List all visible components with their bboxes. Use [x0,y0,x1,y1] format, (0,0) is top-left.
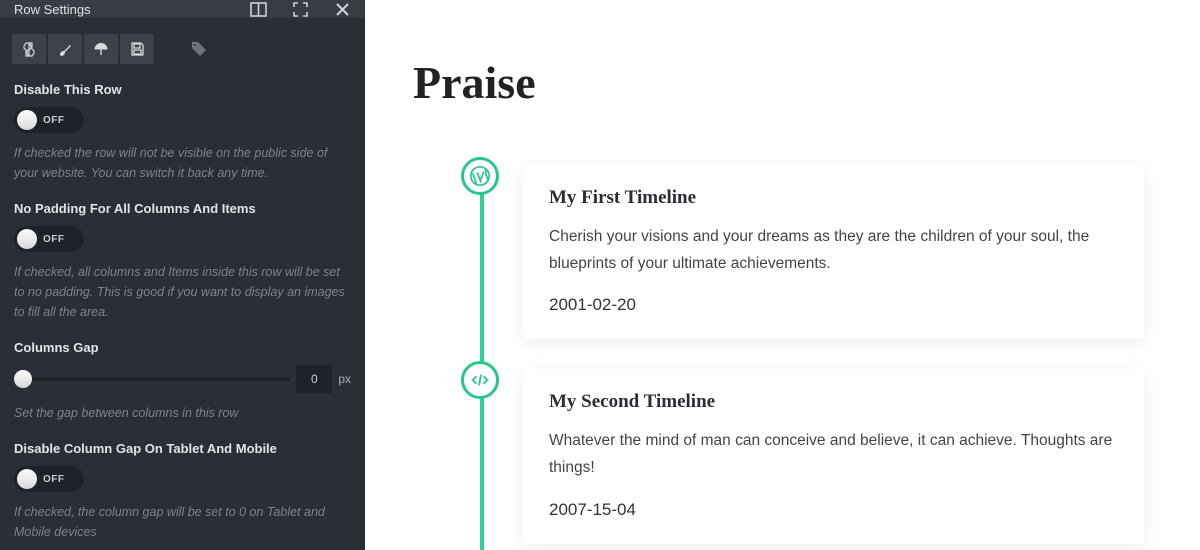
toggle-label: OFF [43,234,65,245]
section-help: If checked, all columns and Items inside… [14,262,351,322]
toggle-knob [17,469,37,489]
settings-panel: Row Settings [0,0,365,550]
code-icon [461,361,499,399]
wordpress-icon [461,157,499,195]
tab-general[interactable] [12,34,46,64]
columns-icon[interactable] [249,0,267,18]
toggle-knob [17,110,37,130]
slider-track [14,377,290,381]
timeline-title: My First Timeline [549,187,1118,209]
section-disable-row: Disable This Row OFF If checked the row … [0,82,365,201]
timeline-title: My Second Timeline [549,391,1118,413]
tab-advanced[interactable] [84,34,118,64]
timeline-item: My Second Timeline Whatever the mind of … [523,369,1144,543]
section-columns-gap: Columns Gap 0 px Set the gap between col… [0,340,365,441]
timeline-card[interactable]: My Second Timeline Whatever the mind of … [523,369,1144,543]
section-title: No Padding For All Columns And Items [14,201,351,216]
toggle-label: OFF [43,115,65,126]
toggle-no-padding[interactable]: OFF [14,226,84,252]
section-help: If checked the row will not be visible o… [14,143,351,183]
panel-title: Row Settings [14,2,91,17]
toggle-disable-row[interactable]: OFF [14,107,84,133]
section-title: Disable This Row [14,82,351,97]
columns-gap-value[interactable]: 0 [296,365,332,393]
panel-header: Row Settings [0,0,365,18]
section-disable-gap-mobile: Disable Column Gap On Tablet And Mobile … [0,441,365,550]
timeline-body: Whatever the mind of man can conceive an… [549,427,1118,481]
timeline-body: Cherish your visions and your dreams as … [549,223,1118,277]
tab-toolbar [12,34,365,64]
tab-save[interactable] [120,34,154,64]
timeline-card[interactable]: My First Timeline Cherish your visions a… [523,165,1144,339]
columns-gap-unit: px [338,372,351,386]
toggle-disable-gap-mobile[interactable]: OFF [14,466,84,492]
timeline-spine [480,165,484,550]
timeline-date: 2001-02-20 [549,295,1118,315]
content-area: Praise My First Timeline Cherish your vi… [365,0,1200,550]
section-no-padding: No Padding For All Columns And Items OFF… [0,201,365,340]
toggle-label: OFF [43,474,65,485]
slider-thumb[interactable] [14,370,32,388]
page-title: Praise [413,56,1144,109]
timeline-date: 2007-15-04 [549,500,1118,520]
columns-gap-slider[interactable] [14,369,290,389]
section-title: Columns Gap [14,340,351,355]
close-icon[interactable] [333,0,351,18]
expand-icon[interactable] [291,0,309,18]
tab-design[interactable] [48,34,82,64]
timeline-item: My First Timeline Cherish your visions a… [523,165,1144,339]
toggle-knob [17,229,37,249]
timeline: My First Timeline Cherish your visions a… [413,165,1144,544]
section-help: Set the gap between columns in this row [14,403,351,423]
section-help: If checked, the column gap will be set t… [14,502,351,542]
section-title: Disable Column Gap On Tablet And Mobile [14,441,351,456]
tab-tag[interactable] [182,34,216,64]
